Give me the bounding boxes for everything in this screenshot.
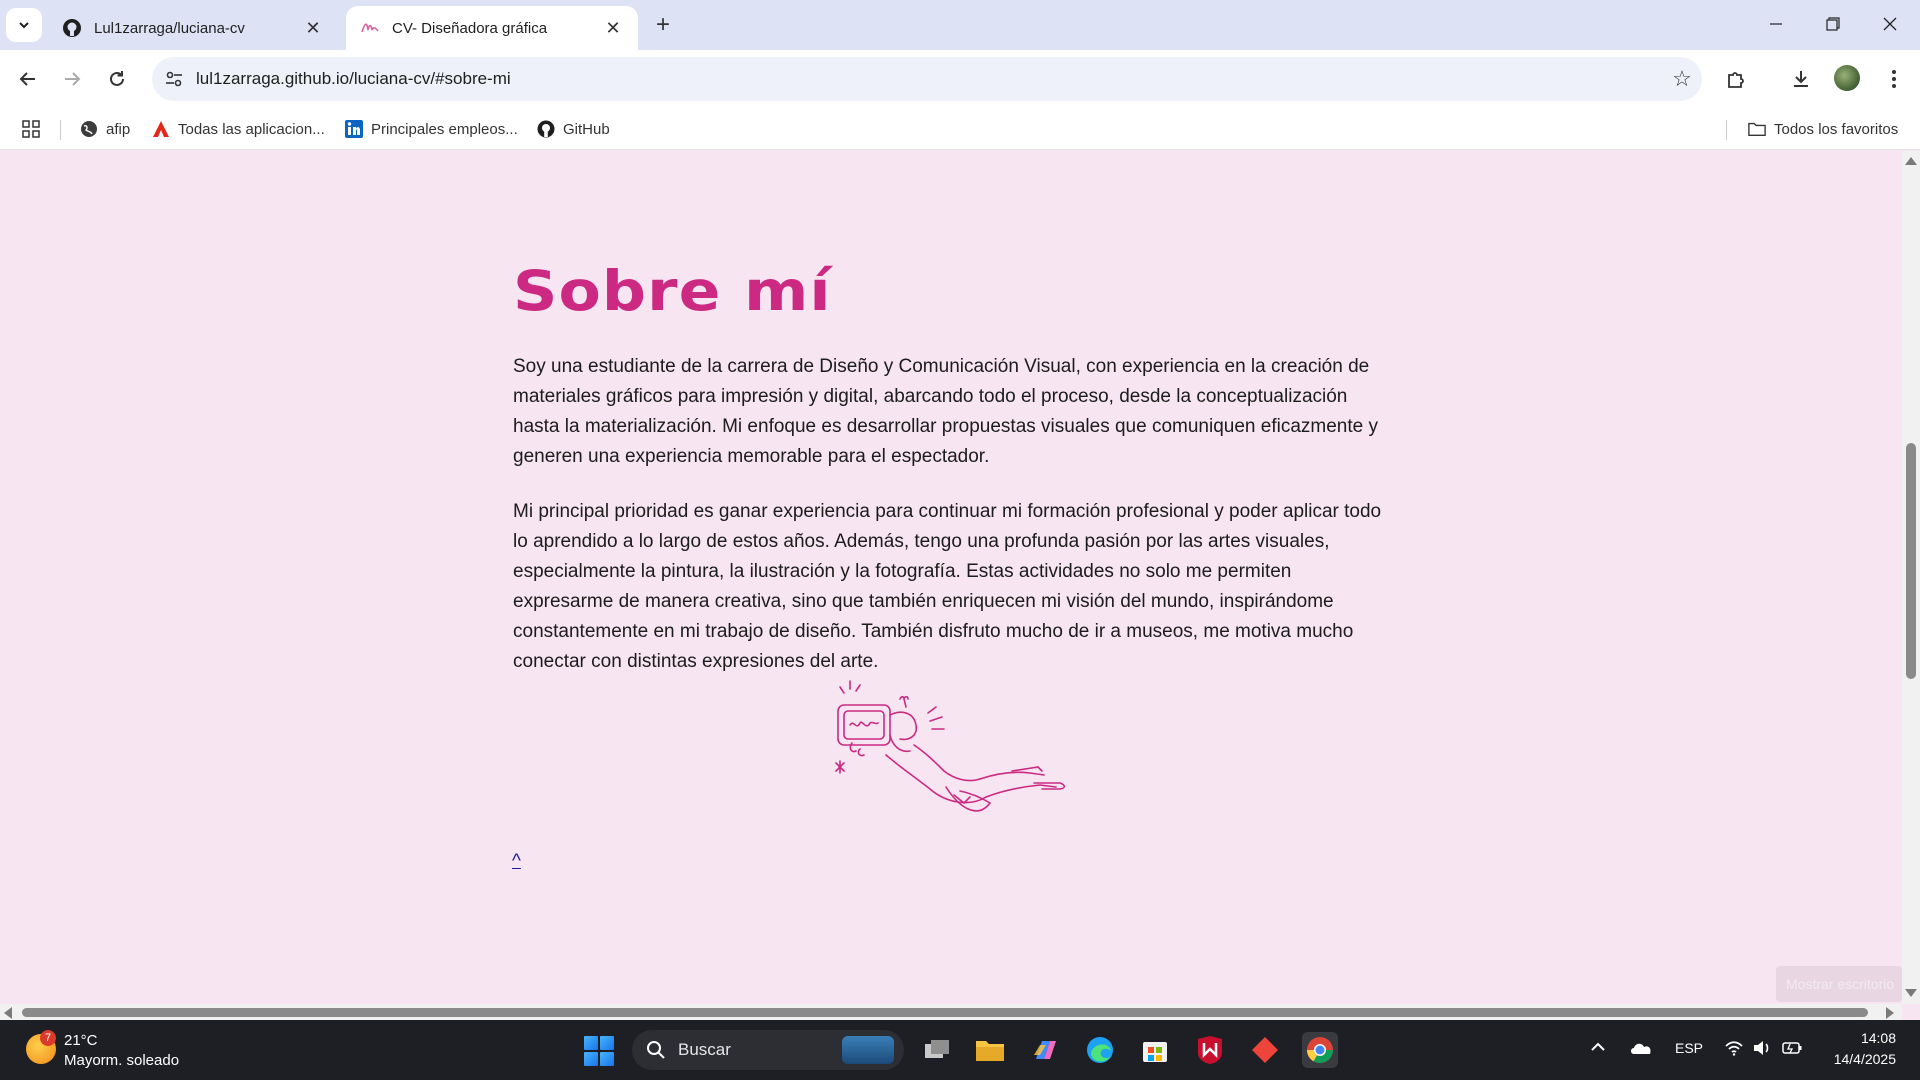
signature-icon bbox=[360, 18, 380, 38]
adobe-icon bbox=[152, 120, 170, 138]
edge-icon[interactable] bbox=[1082, 1032, 1118, 1068]
volume-icon[interactable] bbox=[1753, 1040, 1771, 1059]
tab-strip: Lul1zarraga/luciana-cv ✕ CV- Diseñadora … bbox=[0, 0, 1920, 50]
microsoft-store-icon[interactable] bbox=[1137, 1032, 1173, 1068]
search-icon bbox=[647, 1041, 665, 1059]
tab-title: CV- Diseñadora gráfica bbox=[392, 19, 548, 37]
bookmark-linkedin[interactable]: Principales empleos... bbox=[345, 118, 518, 140]
chevron-up-icon[interactable] bbox=[1590, 1040, 1606, 1057]
reload-icon[interactable] bbox=[99, 61, 135, 97]
show-desktop-tooltip: Mostrar escritorio bbox=[1776, 966, 1902, 1002]
forward-icon[interactable] bbox=[54, 61, 90, 97]
search-placeholder: Buscar bbox=[678, 1040, 731, 1059]
menu-kebab-icon[interactable] bbox=[1876, 61, 1912, 97]
all-bookmarks-button[interactable]: Todos los favoritos bbox=[1748, 118, 1898, 140]
windows-start-icon[interactable] bbox=[584, 1036, 614, 1066]
new-tab-button[interactable]: + bbox=[650, 11, 676, 38]
github-icon bbox=[62, 18, 82, 38]
url-text: lul1zarraga.github.io/luciana-cv/#sobre-… bbox=[196, 69, 511, 88]
bookmark-divider bbox=[1726, 120, 1727, 140]
scroll-left-arrow-icon[interactable] bbox=[4, 1007, 12, 1019]
all-bookmarks-label: Todos los favoritos bbox=[1774, 120, 1899, 138]
taskbar-search[interactable]: Buscar bbox=[632, 1030, 904, 1070]
scroll-right-arrow-icon[interactable] bbox=[1886, 1007, 1894, 1019]
windows-taskbar: 7 21°C Mayorm. soleado Buscar ESP 14:08 … bbox=[0, 1020, 1920, 1080]
tab-github[interactable]: Lul1zarraga/luciana-cv ✕ bbox=[48, 6, 338, 50]
bookmark-afip[interactable]: afip bbox=[80, 118, 130, 140]
bookmark-label: afip bbox=[106, 120, 131, 138]
clock-date[interactable]: 14/4/2025 bbox=[1816, 1051, 1896, 1067]
chevron-down-icon bbox=[19, 22, 29, 29]
bookmark-label: Todas las aplicacion... bbox=[178, 120, 325, 138]
search-highlight-image bbox=[842, 1036, 894, 1064]
back-to-top-link[interactable]: ^ bbox=[512, 851, 521, 873]
restore-icon[interactable] bbox=[1811, 8, 1855, 40]
tab-cv[interactable]: CV- Diseñadora gráfica ✕ bbox=[346, 6, 638, 50]
linkedin-icon bbox=[345, 120, 363, 138]
anydesk-icon[interactable] bbox=[1247, 1032, 1283, 1068]
vertical-scrollbar[interactable] bbox=[1902, 151, 1920, 1004]
address-bar[interactable]: lul1zarraga.github.io/luciana-cv/#sobre-… bbox=[152, 57, 1702, 101]
scrollbar-thumb[interactable] bbox=[1906, 443, 1916, 679]
close-tab-icon[interactable]: ✕ bbox=[302, 17, 324, 39]
download-icon[interactable] bbox=[1783, 61, 1819, 97]
floating-girl-illustration bbox=[835, 680, 1066, 812]
bookmark-label: GitHub bbox=[563, 120, 610, 138]
section-heading: Sobre mí bbox=[513, 259, 832, 323]
browser-toolbar: lul1zarraga.github.io/luciana-cv/#sobre-… bbox=[0, 50, 1920, 108]
bookmark-star-icon[interactable]: ☆ bbox=[1662, 66, 1702, 92]
globe-icon bbox=[80, 120, 98, 138]
copilot-icon[interactable] bbox=[1027, 1032, 1063, 1068]
file-explorer-icon[interactable] bbox=[972, 1032, 1008, 1068]
bookmark-github[interactable]: GitHub bbox=[537, 118, 610, 140]
bookmark-label: Principales empleos... bbox=[371, 120, 518, 138]
wifi-icon[interactable] bbox=[1724, 1040, 1744, 1059]
weather-temperature[interactable]: 21°C bbox=[64, 1032, 98, 1049]
tab-search-button[interactable] bbox=[6, 8, 42, 42]
close-tab-icon[interactable]: ✕ bbox=[602, 17, 624, 39]
folder-icon bbox=[1748, 120, 1766, 138]
task-view-icon[interactable] bbox=[919, 1032, 955, 1068]
clock-time[interactable]: 14:08 bbox=[1826, 1030, 1896, 1046]
web-page: Sobre mí Soy una estudiante de la carrer… bbox=[0, 151, 1902, 1004]
site-settings-icon[interactable] bbox=[152, 69, 196, 89]
scroll-up-arrow-icon[interactable] bbox=[1905, 157, 1917, 165]
about-paragraph: Mi principal prioridad es ganar experien… bbox=[513, 501, 1382, 672]
bookmark-divider bbox=[60, 120, 61, 140]
onedrive-icon[interactable] bbox=[1630, 1040, 1654, 1059]
profile-avatar[interactable] bbox=[1834, 65, 1860, 91]
tab-title: Lul1zarraga/luciana-cv bbox=[94, 19, 245, 37]
scroll-down-arrow-icon[interactable] bbox=[1905, 989, 1917, 997]
horizontal-scrollbar[interactable] bbox=[0, 1004, 1902, 1020]
github-icon bbox=[537, 120, 555, 138]
about-paragraph: Soy una estudiante de la carrera de Dise… bbox=[513, 356, 1378, 467]
bookmark-adobe[interactable]: Todas las aplicacion... bbox=[152, 118, 325, 140]
battery-icon[interactable] bbox=[1782, 1040, 1802, 1059]
scrollbar-thumb[interactable] bbox=[22, 1008, 1868, 1017]
mcafee-icon[interactable] bbox=[1192, 1032, 1228, 1068]
apps-grid-icon[interactable] bbox=[22, 118, 40, 140]
language-indicator[interactable]: ESP bbox=[1675, 1040, 1703, 1056]
extensions-icon[interactable] bbox=[1718, 61, 1754, 97]
weather-condition[interactable]: Mayorm. soleado bbox=[64, 1052, 179, 1069]
chrome-icon[interactable] bbox=[1302, 1032, 1338, 1068]
close-window-icon[interactable] bbox=[1868, 8, 1912, 40]
minimize-icon[interactable] bbox=[1754, 8, 1798, 40]
bookmarks-bar: afip Todas las aplicacion... Principales… bbox=[0, 108, 1920, 150]
back-icon[interactable] bbox=[10, 61, 46, 97]
weather-badge: 7 bbox=[40, 1030, 56, 1046]
